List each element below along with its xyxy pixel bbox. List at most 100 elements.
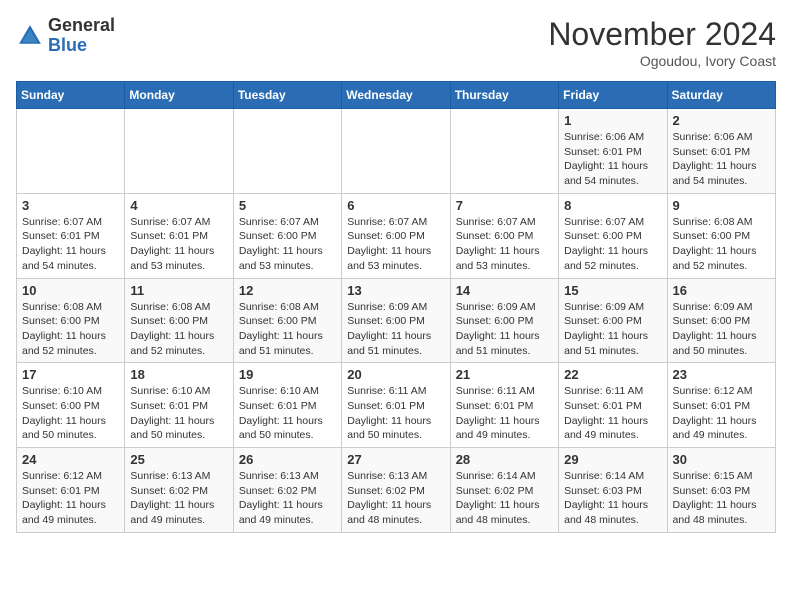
day-number: 18 (130, 367, 227, 382)
calendar-cell: 24 Sunrise: 6:12 AM Sunset: 6:01 PM Dayli… (17, 448, 125, 533)
day-info: Sunrise: 6:12 AM Sunset: 6:01 PM Dayligh… (673, 384, 770, 443)
day-info: Sunrise: 6:09 AM Sunset: 6:00 PM Dayligh… (564, 300, 661, 359)
day-info: Sunrise: 6:06 AM Sunset: 6:01 PM Dayligh… (564, 130, 661, 189)
day-number: 2 (673, 113, 770, 128)
day-number: 17 (22, 367, 119, 382)
day-number: 3 (22, 198, 119, 213)
logo-blue: Blue (48, 36, 115, 56)
logo-icon (16, 22, 44, 50)
calendar-cell: 7 Sunrise: 6:07 AM Sunset: 6:00 PM Daylig… (450, 193, 558, 278)
day-info: Sunrise: 6:07 AM Sunset: 6:01 PM Dayligh… (130, 215, 227, 274)
calendar-week-row: 3 Sunrise: 6:07 AM Sunset: 6:01 PM Daylig… (17, 193, 776, 278)
day-number: 22 (564, 367, 661, 382)
day-info: Sunrise: 6:09 AM Sunset: 6:00 PM Dayligh… (673, 300, 770, 359)
weekday-header-sunday: Sunday (17, 82, 125, 109)
day-info: Sunrise: 6:08 AM Sunset: 6:00 PM Dayligh… (130, 300, 227, 359)
calendar-week-row: 1Sunrise: 6:06 AM Sunset: 6:01 PM Daylig… (17, 109, 776, 194)
day-number: 19 (239, 367, 336, 382)
weekday-header-wednesday: Wednesday (342, 82, 450, 109)
calendar-cell: 23 Sunrise: 6:12 AM Sunset: 6:01 PM Dayli… (667, 363, 775, 448)
day-info: Sunrise: 6:13 AM Sunset: 6:02 PM Dayligh… (130, 469, 227, 528)
day-number: 5 (239, 198, 336, 213)
day-number: 10 (22, 283, 119, 298)
day-number: 13 (347, 283, 444, 298)
day-info: Sunrise: 6:08 AM Sunset: 6:00 PM Dayligh… (239, 300, 336, 359)
calendar-cell: 3 Sunrise: 6:07 AM Sunset: 6:01 PM Daylig… (17, 193, 125, 278)
day-info: Sunrise: 6:06 AM Sunset: 6:01 PM Dayligh… (673, 130, 770, 189)
calendar-cell: 5 Sunrise: 6:07 AM Sunset: 6:00 PM Daylig… (233, 193, 341, 278)
day-number: 6 (347, 198, 444, 213)
calendar-cell: 22 Sunrise: 6:11 AM Sunset: 6:01 PM Dayli… (559, 363, 667, 448)
calendar-cell: 18 Sunrise: 6:10 AM Sunset: 6:01 PM Dayli… (125, 363, 233, 448)
weekday-header-tuesday: Tuesday (233, 82, 341, 109)
calendar-cell (342, 109, 450, 194)
calendar-cell: 9Sunrise: 6:08 AM Sunset: 6:00 PM Daylig… (667, 193, 775, 278)
calendar-cell: 20 Sunrise: 6:11 AM Sunset: 6:01 PM Dayli… (342, 363, 450, 448)
day-number: 25 (130, 452, 227, 467)
logo-general: General (48, 16, 115, 36)
calendar-cell: 27Sunrise: 6:13 AM Sunset: 6:02 PM Dayli… (342, 448, 450, 533)
day-number: 24 (22, 452, 119, 467)
calendar-cell: 14Sunrise: 6:09 AM Sunset: 6:00 PM Dayli… (450, 278, 558, 363)
day-number: 27 (347, 452, 444, 467)
weekday-header-friday: Friday (559, 82, 667, 109)
calendar-cell: 8 Sunrise: 6:07 AM Sunset: 6:00 PM Daylig… (559, 193, 667, 278)
calendar-cell: 2 Sunrise: 6:06 AM Sunset: 6:01 PM Daylig… (667, 109, 775, 194)
logo: General Blue (16, 16, 115, 56)
day-number: 23 (673, 367, 770, 382)
day-info: Sunrise: 6:07 AM Sunset: 6:00 PM Dayligh… (239, 215, 336, 274)
calendar-cell: 19 Sunrise: 6:10 AM Sunset: 6:01 PM Dayli… (233, 363, 341, 448)
day-info: Sunrise: 6:09 AM Sunset: 6:00 PM Dayligh… (347, 300, 444, 359)
day-number: 16 (673, 283, 770, 298)
calendar-cell: 1Sunrise: 6:06 AM Sunset: 6:01 PM Daylig… (559, 109, 667, 194)
day-number: 29 (564, 452, 661, 467)
calendar-cell: 16 Sunrise: 6:09 AM Sunset: 6:00 PM Dayli… (667, 278, 775, 363)
day-number: 20 (347, 367, 444, 382)
calendar-cell: 12Sunrise: 6:08 AM Sunset: 6:00 PM Dayli… (233, 278, 341, 363)
day-number: 28 (456, 452, 553, 467)
calendar-table: SundayMondayTuesdayWednesdayThursdayFrid… (16, 81, 776, 533)
day-number: 30 (673, 452, 770, 467)
calendar-cell: 21Sunrise: 6:11 AM Sunset: 6:01 PM Dayli… (450, 363, 558, 448)
day-number: 26 (239, 452, 336, 467)
weekday-header-row: SundayMondayTuesdayWednesdayThursdayFrid… (17, 82, 776, 109)
calendar-cell: 28 Sunrise: 6:14 AM Sunset: 6:02 PM Dayli… (450, 448, 558, 533)
logo-text: General Blue (48, 16, 115, 56)
day-info: Sunrise: 6:07 AM Sunset: 6:00 PM Dayligh… (456, 215, 553, 274)
day-number: 7 (456, 198, 553, 213)
month-title: November 2024 (548, 16, 776, 53)
day-info: Sunrise: 6:11 AM Sunset: 6:01 PM Dayligh… (456, 384, 553, 443)
calendar-cell (17, 109, 125, 194)
calendar-cell (233, 109, 341, 194)
day-info: Sunrise: 6:10 AM Sunset: 6:01 PM Dayligh… (239, 384, 336, 443)
day-number: 15 (564, 283, 661, 298)
day-number: 11 (130, 283, 227, 298)
day-number: 8 (564, 198, 661, 213)
calendar-cell: 17 Sunrise: 6:10 AM Sunset: 6:00 PM Dayli… (17, 363, 125, 448)
day-info: Sunrise: 6:15 AM Sunset: 6:03 PM Dayligh… (673, 469, 770, 528)
day-info: Sunrise: 6:09 AM Sunset: 6:00 PM Dayligh… (456, 300, 553, 359)
calendar-cell: 4Sunrise: 6:07 AM Sunset: 6:01 PM Daylig… (125, 193, 233, 278)
calendar-cell: 15 Sunrise: 6:09 AM Sunset: 6:00 PM Dayli… (559, 278, 667, 363)
calendar-cell: 30 Sunrise: 6:15 AM Sunset: 6:03 PM Dayli… (667, 448, 775, 533)
title-block: November 2024 Ogoudou, Ivory Coast (548, 16, 776, 69)
calendar-cell: 29Sunrise: 6:14 AM Sunset: 6:03 PM Dayli… (559, 448, 667, 533)
weekday-header-thursday: Thursday (450, 82, 558, 109)
day-info: Sunrise: 6:10 AM Sunset: 6:00 PM Dayligh… (22, 384, 119, 443)
calendar-cell: 11 Sunrise: 6:08 AM Sunset: 6:00 PM Dayli… (125, 278, 233, 363)
day-info: Sunrise: 6:14 AM Sunset: 6:02 PM Dayligh… (456, 469, 553, 528)
day-info: Sunrise: 6:11 AM Sunset: 6:01 PM Dayligh… (347, 384, 444, 443)
calendar-week-row: 17 Sunrise: 6:10 AM Sunset: 6:00 PM Dayli… (17, 363, 776, 448)
day-info: Sunrise: 6:08 AM Sunset: 6:00 PM Dayligh… (22, 300, 119, 359)
calendar-cell: 13 Sunrise: 6:09 AM Sunset: 6:00 PM Dayli… (342, 278, 450, 363)
day-info: Sunrise: 6:07 AM Sunset: 6:00 PM Dayligh… (347, 215, 444, 274)
day-info: Sunrise: 6:11 AM Sunset: 6:01 PM Dayligh… (564, 384, 661, 443)
calendar-cell: 6 Sunrise: 6:07 AM Sunset: 6:00 PM Daylig… (342, 193, 450, 278)
day-info: Sunrise: 6:07 AM Sunset: 6:00 PM Dayligh… (564, 215, 661, 274)
weekday-header-saturday: Saturday (667, 82, 775, 109)
calendar-cell (450, 109, 558, 194)
day-info: Sunrise: 6:10 AM Sunset: 6:01 PM Dayligh… (130, 384, 227, 443)
day-info: Sunrise: 6:12 AM Sunset: 6:01 PM Dayligh… (22, 469, 119, 528)
day-info: Sunrise: 6:07 AM Sunset: 6:01 PM Dayligh… (22, 215, 119, 274)
location-subtitle: Ogoudou, Ivory Coast (548, 53, 776, 69)
